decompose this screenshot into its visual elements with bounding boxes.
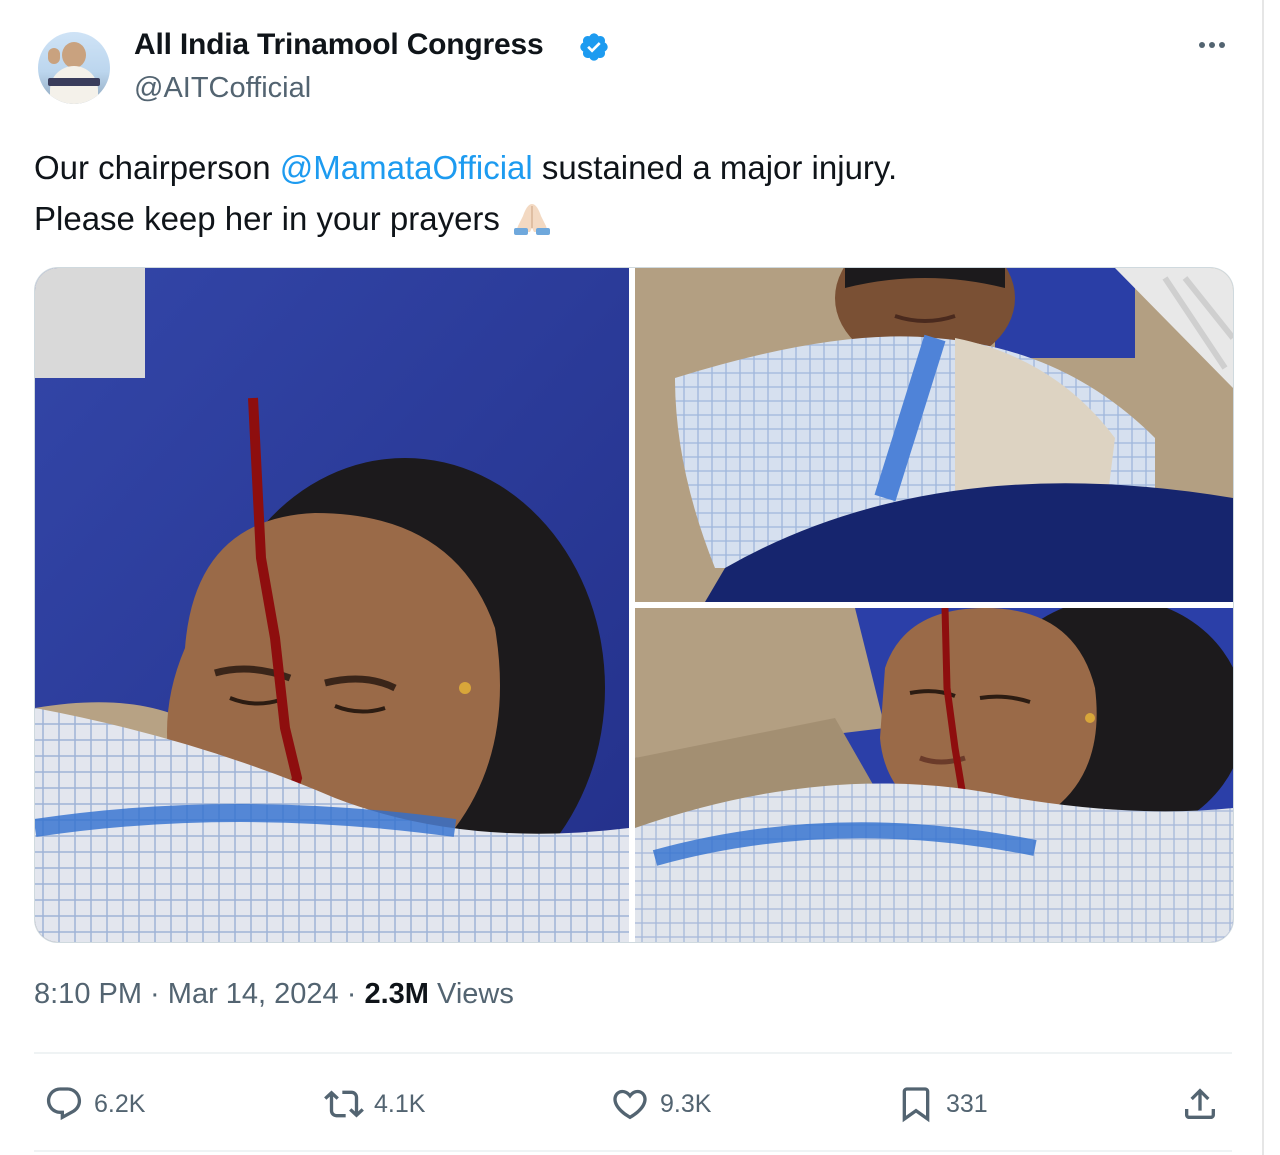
tweet-text: Our chairperson @MamataOfficial sustaine…	[34, 142, 897, 244]
repost-count: 4.1K	[374, 1089, 426, 1118]
repost-icon	[324, 1090, 364, 1118]
author-handle[interactable]: @AITCofficial	[134, 72, 311, 105]
mention-link[interactable]: @MamataOfficial	[280, 149, 533, 186]
like-count: 9.3K	[660, 1089, 712, 1118]
reply-count: 6.2K	[94, 1089, 146, 1118]
tweet-meta: 8:10 PM · Mar 14, 2024 · 2.3M Views	[34, 978, 514, 1011]
photo-2[interactable]	[635, 268, 1233, 602]
reply-icon	[46, 1087, 82, 1121]
reply-button[interactable]: 6.2K	[44, 1082, 145, 1126]
like-icon	[613, 1089, 647, 1120]
more-options-icon[interactable]	[1194, 30, 1230, 60]
card-border	[1262, 0, 1264, 1155]
bookmark-button[interactable]: 331	[896, 1082, 988, 1126]
meta-separator: ·	[338, 978, 365, 1010]
bookmark-icon	[902, 1087, 930, 1123]
tweet-card: All India Trinamool Congress @AITCoffici…	[0, 0, 1264, 1155]
views-count: 2.3M	[364, 978, 429, 1010]
tweet-date[interactable]: Mar 14, 2024	[168, 978, 339, 1010]
like-button[interactable]: 9.3K	[610, 1082, 711, 1126]
share-icon	[1185, 1088, 1215, 1119]
views-label: Views	[428, 978, 514, 1010]
text-line-2: Please keep her in your prayers	[34, 200, 500, 237]
share-button[interactable]	[1180, 1082, 1220, 1126]
verified-badge-icon	[580, 33, 608, 61]
text-prefix: Our chairperson	[34, 149, 280, 186]
photo-1[interactable]	[35, 268, 629, 942]
media-grid	[34, 267, 1234, 943]
bookmark-count: 331	[946, 1089, 988, 1118]
folded-hands-icon	[513, 204, 550, 235]
photo-3[interactable]	[635, 608, 1233, 942]
meta-separator: ·	[142, 978, 168, 1010]
tweet-time[interactable]: 8:10 PM	[34, 978, 142, 1010]
author-avatar[interactable]	[38, 32, 110, 104]
text-suffix: sustained a major injury.	[532, 149, 898, 186]
bottom-divider	[34, 1150, 1232, 1152]
repost-button[interactable]: 4.1K	[324, 1082, 425, 1126]
divider	[34, 1052, 1232, 1054]
author-name[interactable]: All India Trinamool Congress	[134, 28, 544, 62]
